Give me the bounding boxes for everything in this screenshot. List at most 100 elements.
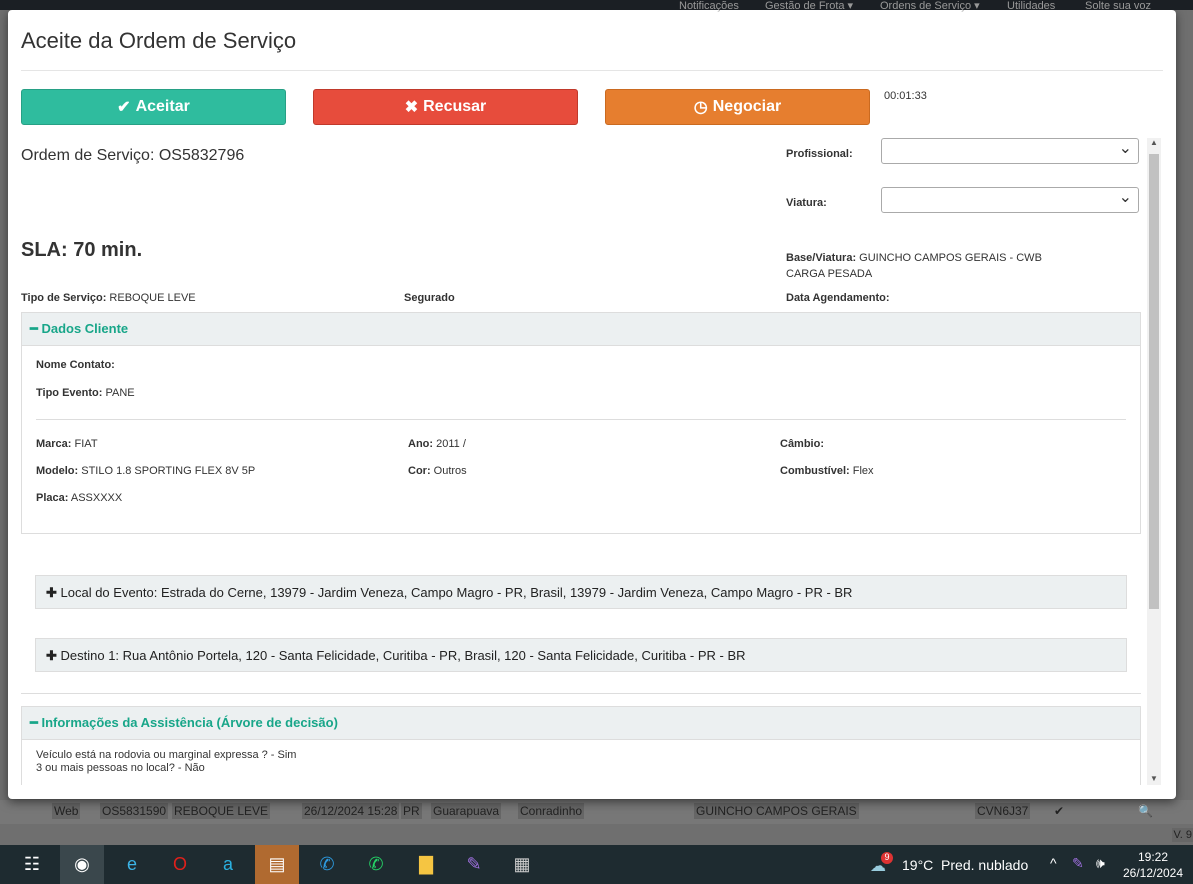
phone-icon[interactable]: ✆ <box>305 845 349 884</box>
calculator-icon[interactable]: ▦ <box>500 845 544 884</box>
chevron-up-icon[interactable]: ^ <box>1050 855 1057 871</box>
assistencia-list: Veículo está na rodovia ou marginal expr… <box>36 749 296 775</box>
value: REBOQUE LEVE <box>106 292 196 304</box>
feather-tray-icon[interactable]: ✎ <box>1072 855 1084 872</box>
local-evento: Local do Evento: Estrada do Cerne, 13979… <box>60 585 853 600</box>
chrome-icon[interactable]: ◉ <box>60 845 104 884</box>
accept-label: Aceitar <box>135 98 190 115</box>
dados-cliente-panel: ━ Dados Cliente Nome Contato: Tipo Event… <box>21 312 1141 534</box>
label: Tipo Evento: <box>36 387 103 399</box>
cell: PR <box>401 803 422 819</box>
taskbar: ☷ ◉ e O a ▤ ✆ ✆ ▇ ✎ ▦ ☁ 9 19°C Pred. nub… <box>0 845 1193 884</box>
cell: OS5831590 <box>100 803 169 819</box>
base-label: Base/Viatura: <box>786 252 857 264</box>
dados-cliente-toggle[interactable]: ━ Dados Cliente <box>22 313 1140 346</box>
version: V. 9 <box>1172 828 1193 842</box>
clock-icon: ◷ <box>693 99 708 116</box>
panel-title: Informações da Assistência (Árvore de de… <box>41 715 338 730</box>
aceite-modal: Aceite da Ordem de Serviço ✔ Aceitar ✖ Rec… <box>8 10 1176 799</box>
value: PANE <box>102 387 135 399</box>
plus-icon: ✚ <box>46 585 61 600</box>
cell: 26/12/2024 15:28 <box>302 803 400 819</box>
modelo: Modelo: STILO 1.8 SPORTING FLEX 8V 5P <box>36 465 255 477</box>
x-icon: ✖ <box>404 99 419 116</box>
label: Marca: <box>36 438 72 450</box>
modal-body: Ordem de Serviço: OS5832796 SLA: 70 min.… <box>8 138 1161 785</box>
negotiate-button[interactable]: ◷ Negociar <box>605 89 870 125</box>
marca: Marca: FIAT <box>36 438 98 450</box>
base-viatura: Base/Viatura: GUINCHO CAMPOS GERAIS - CW… <box>786 250 1042 282</box>
value: STILO 1.8 SPORTING FLEX 8V 5P <box>78 465 256 477</box>
viatura-select[interactable] <box>881 187 1139 213</box>
assistencia-panel: ━ Informações da Assistência (Árvore de … <box>21 706 1141 785</box>
assistencia-toggle[interactable]: ━ Informações da Assistência (Árvore de … <box>22 707 1140 740</box>
weather-text[interactable]: 19°C Pred. nublado <box>902 857 1028 873</box>
nome-contato-label: Nome Contato: <box>36 359 115 371</box>
value: FIAT <box>71 438 98 450</box>
search-icon[interactable]: 🔍 <box>1136 803 1155 819</box>
label: Tipo de Serviço: <box>21 292 107 304</box>
cell: Guarapuava <box>431 803 502 819</box>
local-evento-toggle[interactable]: ✚ Local do Evento: Estrada do Cerne, 139… <box>35 575 1127 609</box>
cell: Conradinho <box>518 803 585 819</box>
placa: Placa: ASSXXXX <box>36 492 122 504</box>
nav-notificacoes[interactable]: Notificações <box>679 0 739 12</box>
task-view-icon[interactable]: ☷ <box>10 845 54 884</box>
scrollbar-thumb[interactable] <box>1149 154 1159 609</box>
viatura-label: Viatura: <box>786 197 827 209</box>
scroll-up-icon[interactable]: ▲ <box>1150 138 1158 147</box>
label: Combustível: <box>780 465 850 477</box>
profissional-label: Profissional: <box>786 148 853 160</box>
refuse-button[interactable]: ✖ Recusar <box>313 89 578 125</box>
base-value: GUINCHO CAMPOS GERAIS - CWB <box>856 252 1042 264</box>
value: ASSXXXX <box>68 492 123 504</box>
folder-icon[interactable]: ▇ <box>404 845 448 884</box>
scroll-down-icon[interactable]: ▼ <box>1150 774 1158 783</box>
panel-title: Dados Cliente <box>41 321 129 336</box>
agendamento-label: Data Agendamento: <box>786 292 890 304</box>
sla: SLA: 70 min. <box>21 239 143 261</box>
cell: REBOQUE LEVE <box>172 803 271 819</box>
minus-icon: ━ <box>30 321 42 336</box>
time: 19:22 <box>1137 850 1169 864</box>
negotiate-label: Negociar <box>712 98 782 115</box>
opera-icon[interactable]: O <box>158 845 202 884</box>
label: Cor: <box>408 465 431 477</box>
background-nav: Notificações Gestão de Frota ▾ Ordens de… <box>0 0 1193 12</box>
clock[interactable]: 19:22 26/12/2024 <box>1120 849 1186 881</box>
ano: Ano: 2011 / <box>408 438 466 450</box>
nav-solte-voz[interactable]: Solte sua voz <box>1085 0 1151 12</box>
cambio-label: Câmbio: <box>780 438 824 450</box>
check-icon[interactable]: ✔ <box>1052 803 1066 819</box>
edge-icon[interactable]: e <box>110 845 154 884</box>
value: Outros <box>430 465 467 477</box>
volume-icon[interactable]: 🕪 <box>1096 855 1105 872</box>
assistencia-line: Veículo está na rodovia ou marginal expr… <box>36 749 297 761</box>
cell: Web <box>52 803 81 819</box>
nav-gestao-frota[interactable]: Gestão de Frota ▾ <box>765 0 853 12</box>
check-icon: ✔ <box>117 99 131 116</box>
scrollbar[interactable]: ▲ ▼ <box>1147 138 1161 785</box>
nav-utilidades[interactable]: Utilidades <box>1007 0 1055 12</box>
destino-toggle[interactable]: ✚ Destino 1: Rua Antônio Portela, 120 - … <box>35 638 1127 672</box>
app-icon[interactable]: a <box>206 845 250 884</box>
nav-ordens-servico[interactable]: Ordens de Serviço ▾ <box>880 0 980 12</box>
divider <box>21 693 1141 694</box>
notes-icon[interactable]: ▤ <box>255 845 299 884</box>
background-table-row: Web OS5831590 REBOQUE LEVE 26/12/2024 15… <box>0 800 1193 824</box>
plus-icon: ✚ <box>46 648 61 663</box>
label: Placa: <box>36 492 69 504</box>
whatsapp-icon[interactable]: ✆ <box>354 845 398 884</box>
base-value-2: CARGA PESADA <box>786 268 873 280</box>
value: Flex <box>849 465 874 477</box>
destino: Destino 1: Rua Antônio Portela, 120 - Sa… <box>60 648 746 663</box>
date: 26/12/2024 <box>1122 866 1184 880</box>
divider <box>36 419 1126 420</box>
assistencia-line: 3 ou mais pessoas no local? - Não <box>36 762 205 774</box>
refuse-label: Recusar <box>423 98 487 115</box>
label: Ano: <box>408 438 434 450</box>
profissional-select[interactable] <box>881 138 1139 164</box>
feather-icon[interactable]: ✎ <box>452 845 496 884</box>
modal-title: Aceite da Ordem de Serviço <box>21 28 297 53</box>
accept-button[interactable]: ✔ Aceitar <box>21 89 286 125</box>
